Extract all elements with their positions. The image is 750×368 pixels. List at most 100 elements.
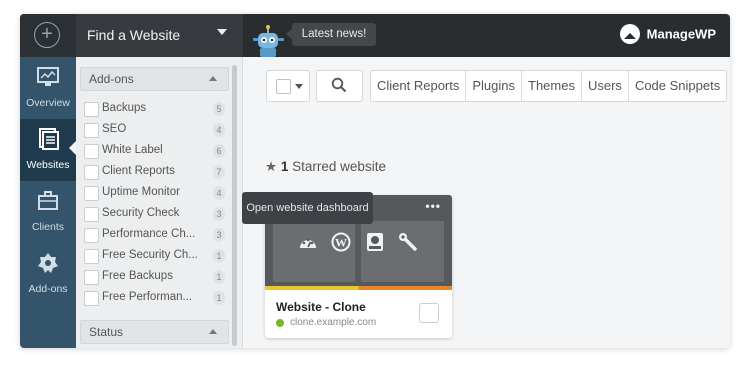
- search-icon: [331, 77, 347, 93]
- plus-circle-icon: +: [34, 22, 60, 48]
- add-website-button[interactable]: +: [20, 14, 76, 57]
- chevron-up-icon: [209, 329, 217, 334]
- filter-checkbox[interactable]: [84, 249, 99, 264]
- filter-item[interactable]: Backups 5: [82, 101, 228, 119]
- card-menu-icon[interactable]: •••: [425, 199, 441, 213]
- filter-item[interactable]: Performance Ch... 3: [82, 227, 228, 245]
- nav-websites[interactable]: Websites: [20, 119, 76, 181]
- filter-label: Free Performan...: [102, 291, 193, 303]
- filter-label: Free Backups: [102, 270, 173, 282]
- filter-checkbox[interactable]: [84, 186, 99, 201]
- find-website-dropdown[interactable]: Find a Website: [76, 14, 243, 57]
- filter-label: White Label: [102, 144, 163, 156]
- filter-label: Backups: [102, 102, 147, 114]
- latest-news-button[interactable]: Latest news!: [286, 23, 376, 46]
- nav-overview-label: Overview: [26, 97, 70, 109]
- find-website-label: Find a Website: [87, 27, 181, 43]
- filter-label: Client Reports: [102, 165, 175, 177]
- filter-checkbox[interactable]: [84, 102, 99, 117]
- filter-item[interactable]: Client Reports 7: [82, 164, 228, 182]
- chevron-up-icon: [209, 76, 217, 81]
- filter-checkbox[interactable]: [84, 228, 99, 243]
- badge-gear-icon: [38, 253, 58, 273]
- filter-count: 7: [213, 165, 225, 179]
- filter-label: Uptime Monitor: [102, 186, 180, 198]
- filter-count: 6: [213, 144, 225, 158]
- filter-count: 1: [213, 249, 225, 263]
- select-all-checkbox[interactable]: [276, 79, 291, 94]
- briefcase-icon: [38, 191, 58, 210]
- filter-item[interactable]: Free Backups 1: [82, 269, 228, 287]
- app-window: + Find a Website Latest news! ManageWP O…: [20, 14, 730, 348]
- search-button[interactable]: [316, 70, 363, 102]
- backup-disk-icon[interactable]: [365, 232, 385, 252]
- wrench-icon[interactable]: [398, 232, 418, 252]
- nav-addons-label: Add-ons: [28, 283, 68, 295]
- starred-heading: ★ 1 Starred website: [265, 159, 386, 175]
- website-title[interactable]: Website - Clone: [276, 300, 366, 314]
- filter-count: 5: [213, 102, 225, 116]
- document-stack-icon: [39, 128, 59, 150]
- filter-label: SEO: [102, 123, 127, 135]
- dashboard-gauge-icon[interactable]: [298, 233, 318, 253]
- filter-item[interactable]: SEO 4: [82, 122, 228, 140]
- chevron-down-icon: [295, 84, 303, 89]
- filter-item[interactable]: Security Check 3: [82, 206, 228, 224]
- filter-checkbox[interactable]: [84, 123, 99, 138]
- nav-clients-label: Clients: [31, 221, 65, 233]
- online-status-dot: [276, 319, 284, 327]
- filter-item[interactable]: Free Security Ch... 1: [82, 248, 228, 266]
- filter-item[interactable]: Uptime Monitor 4: [82, 185, 228, 203]
- nav-websites-label: Websites: [26, 159, 70, 171]
- wordpress-icon[interactable]: W: [331, 232, 351, 252]
- filter-item[interactable]: White Label 6: [82, 143, 228, 161]
- star-icon: ★: [265, 159, 278, 174]
- filter-checkbox[interactable]: [84, 207, 99, 222]
- brand-name: ManageWP: [646, 26, 716, 42]
- tab-code-snippets[interactable]: Code Snippets: [627, 71, 726, 101]
- monitor-icon: [37, 67, 59, 86]
- filter-count: 3: [213, 228, 225, 242]
- managewp-logo-icon: [620, 24, 641, 44]
- scrollbar-thumb[interactable]: [232, 65, 237, 346]
- managewp-logo: ManageWP: [620, 24, 716, 46]
- addons-filter-title: Add-ons: [89, 72, 134, 86]
- filter-checkbox[interactable]: [84, 291, 99, 306]
- filter-panel: Add-ons Backups 5 SEO 4 White Label 6 Cl…: [76, 57, 243, 348]
- tooltip: Open website dashboard: [242, 192, 373, 224]
- chevron-down-icon: [217, 29, 227, 35]
- tab-users[interactable]: Users: [580, 71, 628, 101]
- starred-label: Starred website: [292, 159, 386, 174]
- nav-overview[interactable]: Overview: [20, 57, 76, 119]
- filter-label: Security Check: [102, 207, 180, 219]
- website-url[interactable]: clone.example.com: [290, 317, 376, 328]
- left-navigation: Overview Websites Clients Add-ons: [20, 57, 76, 348]
- top-bar: + Find a Website Latest news! ManageWP: [20, 14, 730, 57]
- status-filter-header[interactable]: Status: [80, 320, 229, 344]
- robot-mascot-icon: [253, 25, 284, 57]
- nav-addons[interactable]: Add-ons: [20, 243, 76, 305]
- select-all-dropdown[interactable]: [266, 70, 310, 102]
- filter-checkbox[interactable]: [84, 144, 99, 159]
- tab-plugins[interactable]: Plugins: [465, 71, 521, 101]
- website-select-checkbox[interactable]: [419, 303, 439, 323]
- addons-filter-header[interactable]: Add-ons: [80, 67, 229, 91]
- filter-count: 4: [213, 123, 225, 137]
- filter-scrollbar[interactable]: [232, 65, 237, 346]
- filter-label: Free Security Ch...: [102, 249, 198, 261]
- filter-label: Performance Ch...: [102, 228, 196, 240]
- status-strip: [265, 286, 452, 290]
- filter-count: 1: [213, 270, 225, 284]
- filter-checkbox[interactable]: [84, 270, 99, 285]
- tab-client-reports[interactable]: Client Reports: [371, 71, 465, 101]
- nav-clients[interactable]: Clients: [20, 181, 76, 243]
- starred-count: 1: [280, 159, 289, 174]
- filter-checkbox[interactable]: [84, 165, 99, 180]
- filter-count: 1: [213, 291, 225, 305]
- filter-item[interactable]: Free Performan... 1: [82, 290, 228, 308]
- filter-count: 4: [213, 186, 225, 200]
- filter-count: 3: [213, 207, 225, 221]
- status-filter-title: Status: [89, 325, 124, 339]
- tab-themes[interactable]: Themes: [521, 71, 581, 101]
- svg-text:W: W: [335, 236, 347, 250]
